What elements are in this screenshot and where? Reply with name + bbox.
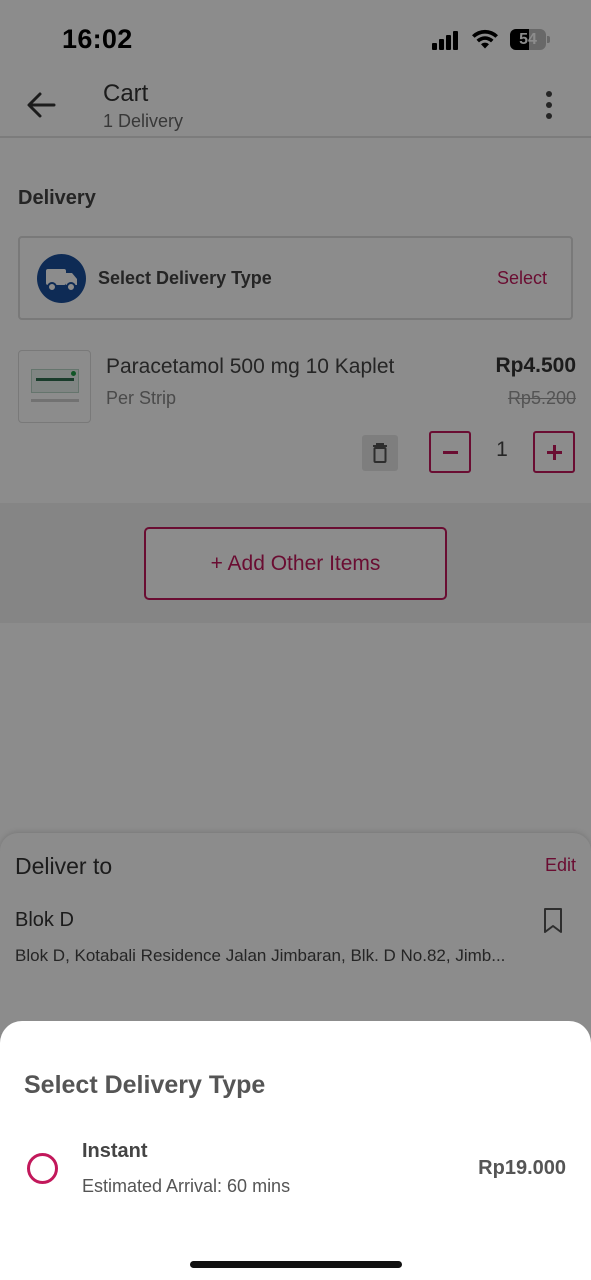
radio-icon[interactable] bbox=[27, 1153, 58, 1184]
option-name: Instant bbox=[82, 1140, 148, 1162]
option-eta: Estimated Arrival: 60 mins bbox=[82, 1176, 291, 1196]
sheet-title: Select Delivery Type bbox=[24, 1071, 266, 1099]
home-indicator bbox=[190, 1261, 402, 1268]
option-price: Rp19.000 bbox=[478, 1157, 566, 1179]
delivery-type-sheet: Select Delivery Type Instant Estimated A… bbox=[0, 1021, 591, 1280]
